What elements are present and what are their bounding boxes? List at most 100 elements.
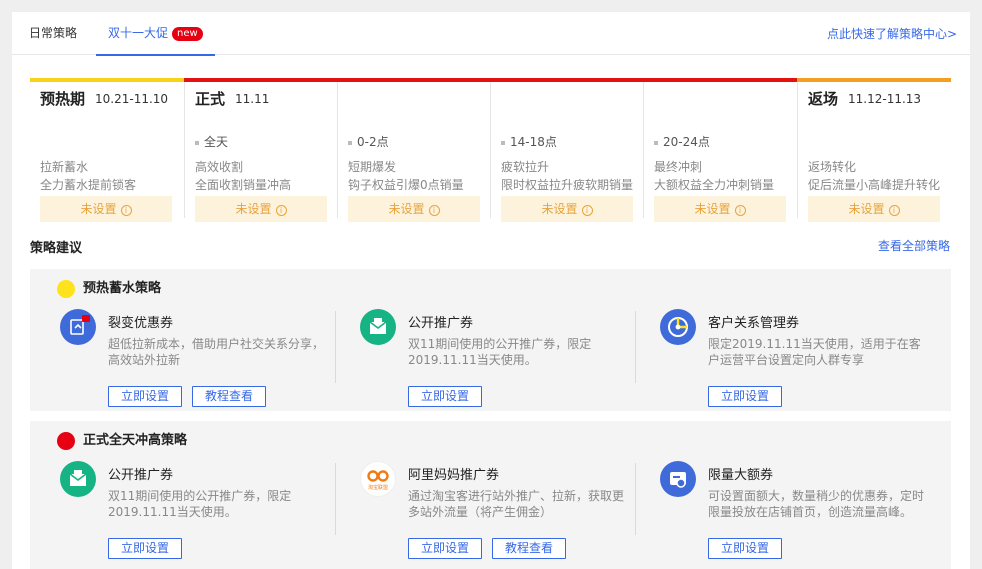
- setup-now-button[interactable]: 立即设置: [108, 538, 182, 559]
- crm-icon: [660, 309, 696, 345]
- status-label: 未设置: [235, 202, 272, 216]
- bullet-icon: [195, 140, 199, 145]
- tab-label: 日常策略: [29, 26, 78, 40]
- envelope-icon: [60, 461, 96, 497]
- strategy-card-public-coupon: 公开推广券 双11期间使用的公开推广券，限定2019.11.11当天使用。 立即…: [360, 309, 630, 409]
- segment-name: 拉新蓄水: [40, 160, 89, 174]
- info-icon: i: [581, 205, 593, 216]
- red-dot-icon: [57, 432, 75, 450]
- segment-desc: 钩子权益引爆0点销量: [348, 178, 464, 192]
- segment-time: 14-18点: [501, 133, 557, 150]
- alimama-logo-icon: 淘宝联盟: [360, 461, 396, 497]
- info-icon: i: [275, 205, 287, 216]
- info-icon: i: [888, 205, 900, 216]
- segment-divider: [490, 82, 491, 218]
- segment-time-label: 14-18点: [510, 135, 557, 149]
- card-divider: [635, 311, 636, 383]
- phase-name: 预热期: [40, 90, 86, 108]
- suggestions-title: 策略建议: [30, 241, 83, 256]
- tab-label: 双十一大促: [108, 26, 169, 40]
- active-tab-indicator: [96, 54, 215, 56]
- phase-name: 返场: [808, 90, 839, 108]
- segment-time-label: 全天: [204, 135, 229, 149]
- phase-divider: [797, 82, 798, 218]
- card-divider: [335, 311, 336, 383]
- segment-status-button[interactable]: 未设置 i: [348, 196, 480, 222]
- status-label: 未设置: [388, 202, 425, 216]
- card-divider: [335, 463, 336, 535]
- logo-text: 淘宝联盟: [368, 484, 388, 491]
- view-tutorial-button[interactable]: 教程查看: [492, 538, 566, 559]
- segment-name: 最终冲刺: [654, 160, 703, 174]
- card-desc: 超低拉新成本，借助用户社交关系分享，高效站外拉新: [108, 337, 325, 367]
- phase-name: 正式: [195, 90, 226, 108]
- tab-double11[interactable]: 双十一大促 new: [96, 12, 215, 56]
- return-phase-header: 返场 11.12-11.13: [808, 88, 921, 116]
- group-title: 预热蓄水策略: [57, 280, 161, 298]
- strategy-card-large-coupon: 限量大额券 可设置面额大，数量稍少的优惠券，定时限量投放在店铺首页，创造流量高峰…: [660, 461, 930, 561]
- setup-now-button[interactable]: 立即设置: [108, 386, 182, 407]
- card-title: 阿里妈妈推广券: [408, 468, 500, 483]
- strategy-card-alimama-coupon: 淘宝联盟 阿里妈妈推广券 通过淘宝客进行站外推广、拉新，获取更多站外流量（将产生…: [360, 461, 630, 561]
- status-label: 未设置: [694, 202, 731, 216]
- bullet-icon: [501, 140, 505, 145]
- return-phase-bar: [797, 78, 951, 82]
- segment-time: 全天: [195, 133, 228, 150]
- view-tutorial-button[interactable]: 教程查看: [192, 386, 266, 407]
- view-all-strategies-link[interactable]: 查看全部策略: [878, 237, 950, 254]
- info-icon: i: [734, 205, 746, 216]
- setup-now-button[interactable]: 立即设置: [408, 538, 482, 559]
- segment-desc: 限时权益拉升疲软期销量: [501, 178, 634, 192]
- phase-date: 10.21-11.10: [95, 91, 169, 106]
- segment-status-button[interactable]: 未设置 i: [654, 196, 786, 222]
- card-title: 公开推广券: [408, 316, 474, 331]
- phase-date: 11.11: [235, 91, 270, 106]
- promotion-timeline: 预热期 10.21-11.10 正式 11.11 返场 11.12-11.13 拉新蓄…: [30, 78, 951, 222]
- preheat-phase-bar: [30, 78, 184, 82]
- yellow-dot-icon: [57, 280, 75, 298]
- segment-time-label: 20-24点: [663, 135, 710, 149]
- segment-name: 疲软拉升: [501, 160, 550, 174]
- status-label: 未设置: [541, 202, 578, 216]
- segment-name: 短期爆发: [348, 160, 397, 174]
- card-title: 限量大额券: [708, 468, 774, 483]
- setup-now-button[interactable]: 立即设置: [408, 386, 482, 407]
- large-coupon-icon: [660, 461, 696, 497]
- strategy-card-fission-coupon: 裂变优惠券 超低拉新成本，借助用户社交关系分享，高效站外拉新 立即设置 教程查看: [60, 309, 330, 409]
- card-title: 客户关系管理券: [708, 316, 800, 331]
- card-desc: 双11期间使用的公开推广券，限定2019.11.11当天使用。: [108, 489, 292, 519]
- segment-time-label: 0-2点: [357, 135, 389, 149]
- info-icon: i: [428, 205, 440, 216]
- segment-time: 0-2点: [348, 133, 389, 150]
- segment-status-button[interactable]: 未设置 i: [501, 196, 633, 222]
- segment-status-button[interactable]: 未设置 i: [195, 196, 327, 222]
- card-desc: 通过淘宝客进行站外推广、拉新，获取更多站外流量（将产生佣金）: [408, 489, 625, 519]
- envelope-icon: [360, 309, 396, 345]
- preheat-phase-header: 预热期 10.21-11.10: [40, 88, 168, 116]
- strategy-card-crm-coupon: 客户关系管理券 限定2019.11.11当天使用，适用于在客户运营平台设置定向人…: [660, 309, 930, 409]
- segment-name: 高效收割: [195, 160, 244, 174]
- phase-divider: [184, 82, 185, 218]
- segment-desc: 大额权益全力冲刺销量: [654, 178, 775, 192]
- strategy-center-link[interactable]: 点此快速了解策略中心>: [827, 12, 957, 55]
- segment-time: 20-24点: [654, 133, 710, 150]
- setup-now-button[interactable]: 立即设置: [708, 538, 782, 559]
- group-title-label: 正式全天冲高策略: [83, 433, 188, 448]
- strategy-card-public-coupon: 公开推广券 双11期间使用的公开推广券，限定2019.11.11当天使用。 立即…: [60, 461, 330, 561]
- status-label: 未设置: [848, 202, 885, 216]
- setup-now-button[interactable]: 立即设置: [708, 386, 782, 407]
- segment-desc: 促后流量小高峰提升转化: [808, 178, 941, 192]
- group-title: 正式全天冲高策略: [57, 432, 187, 450]
- card-desc: 双11期间使用的公开推广券，限定2019.11.11当天使用。: [408, 337, 592, 367]
- segment-divider: [337, 82, 338, 218]
- main-phase-header: 正式 11.11: [195, 88, 269, 116]
- segment-status-button[interactable]: 未设置 i: [808, 196, 940, 222]
- tab-daily-strategy[interactable]: 日常策略: [29, 12, 77, 55]
- card-desc: 限定2019.11.11当天使用，适用于在客户运营平台设置定向人群专享: [708, 337, 921, 367]
- strategy-panel: 日常策略 双十一大促 new 点此快速了解策略中心> 预热期 10.21-11.10…: [12, 12, 970, 569]
- segment-status-button[interactable]: 未设置 i: [40, 196, 172, 222]
- card-divider: [635, 463, 636, 535]
- card-title: 裂变优惠券: [108, 316, 174, 331]
- segment-divider: [643, 82, 644, 218]
- bullet-icon: [654, 140, 658, 145]
